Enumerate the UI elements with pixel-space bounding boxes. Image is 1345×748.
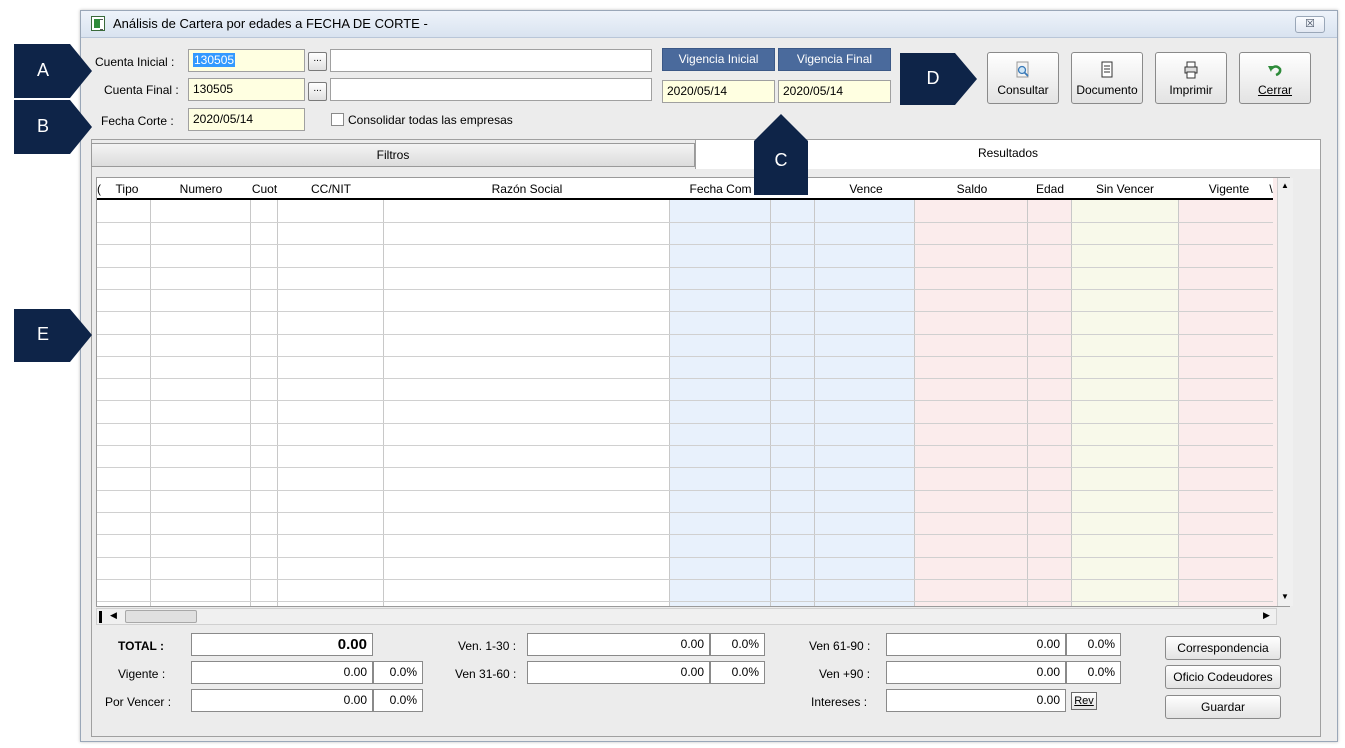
callout-c: C [774,150,788,170]
callout-d: D [926,68,940,88]
callout-layer [14,44,977,362]
callout-a: A [36,60,49,80]
callout-e: E [36,324,49,344]
callout-b: B [36,116,49,136]
